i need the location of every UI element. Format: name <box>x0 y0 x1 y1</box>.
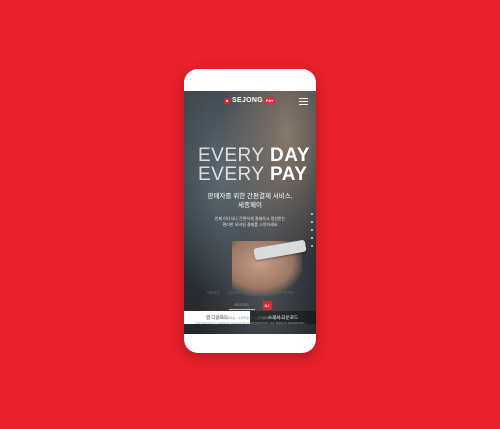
hero-section: SEJONG PAY EVERY DAY EVERY PAY 판매자를 위한 간… <box>184 91 316 334</box>
status-bar <box>184 69 316 91</box>
hamburger-menu-icon[interactable] <box>299 98 308 107</box>
footer-logos: SEJONG SJ <box>184 301 316 310</box>
sejong-logo-icon <box>224 97 230 104</box>
brand-logo[interactable]: SEJONG PAY <box>224 97 275 104</box>
footer-logo-badge: SJ <box>262 301 272 310</box>
brand-badge: PAY <box>264 98 275 103</box>
hero-description: 언제 어디서나 간편하게 결제하고 정산받는 편리한 모바일 결제를 시작하세요 <box>184 216 316 228</box>
headline-pay: PAY <box>270 164 308 185</box>
slide-indicator[interactable] <box>311 213 313 253</box>
phone-mockup: SEJONG PAY EVERY DAY EVERY PAY 판매자를 위한 간… <box>184 69 316 353</box>
headline-every-2: EVERY <box>198 164 265 185</box>
footer-logo-sejong: SEJONG <box>228 301 255 310</box>
footer-link-privacy[interactable]: 개인정보처리방침 <box>227 291 253 296</box>
footer-link-efinance[interactable]: 전자금융거래이용약관 <box>261 291 293 296</box>
footer-copyright: COPYRIGHT(C) SEJONG TELECOM CORPORATION.… <box>194 321 306 325</box>
footer-links: 이용약관 개인정보처리방침 전자금융거래이용약관 <box>184 291 316 296</box>
hero-subtitle-line2: 세종페이 <box>238 202 262 209</box>
hero-headline: EVERY DAY EVERY PAY <box>198 146 310 184</box>
headline-day: DAY <box>270 145 310 166</box>
headline-every-1: EVERY <box>198 145 265 166</box>
brand-name: SEJONG <box>232 97 263 104</box>
footer-address: (주)세종텔레콤 | 서울특별시 ... | 고객센터 1588-0000 CO… <box>184 316 316 326</box>
hero-subtitle: 판매자를 위한 간편결제 서비스, 세종페이 <box>184 192 316 210</box>
hero-subtitle-line1: 판매자를 위한 간편결제 서비스, <box>207 193 293 200</box>
footer-link-terms[interactable]: 이용약관 <box>207 291 220 296</box>
hero-desc-line2: 편리한 모바일 결제를 시작하세요 <box>222 222 278 227</box>
